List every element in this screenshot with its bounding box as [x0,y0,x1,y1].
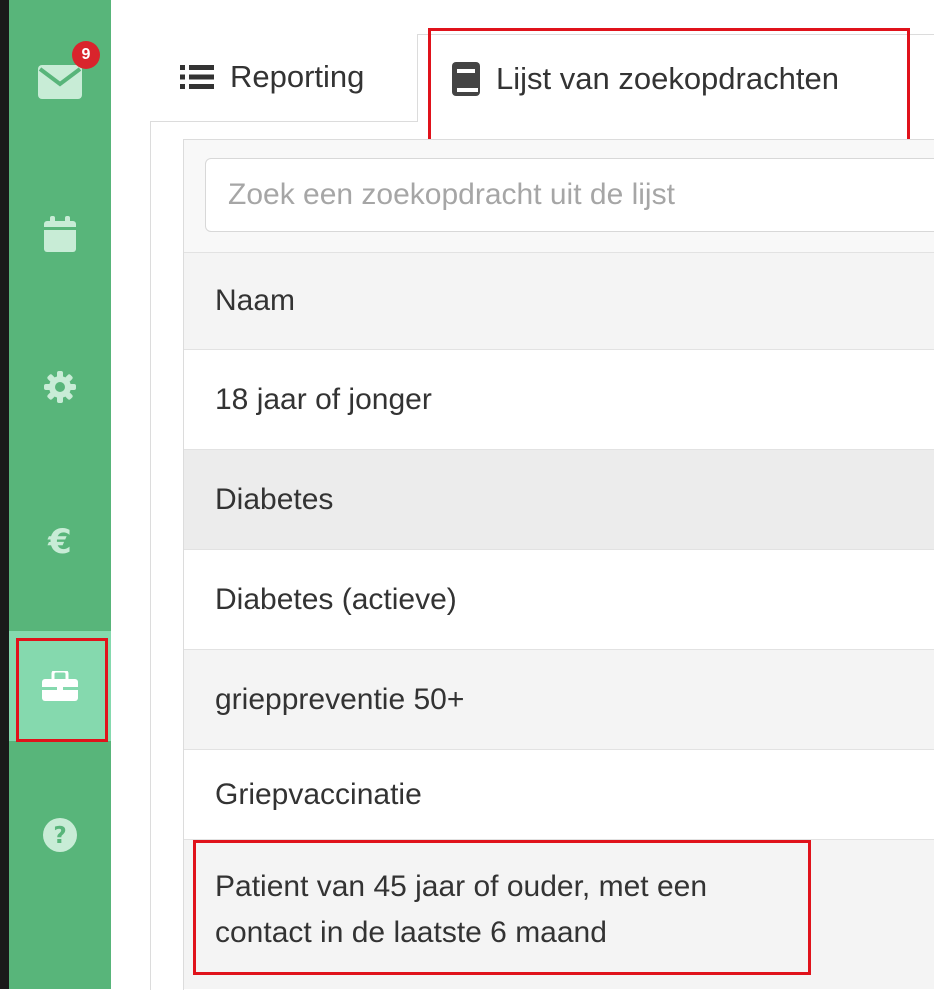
question-icon: ? [43,818,77,852]
unread-badge: 9 [72,41,100,69]
gear-icon [44,371,76,403]
sidebar-item-tools[interactable] [9,631,111,741]
table-row[interactable]: Diabetes [184,449,934,549]
row-label: grieppreventie 50+ [215,682,465,716]
row-label: Diabetes [215,482,334,516]
envelope-icon [38,65,82,99]
list-icon [180,65,214,89]
window-edge [0,0,9,989]
sidebar-item-help[interactable]: ? [9,780,111,890]
table-row[interactable]: 18 jaar of jonger [184,349,934,449]
sidebar: 9 € ? [9,0,111,989]
table-header: Naam [184,252,934,349]
tab-reporting[interactable]: Reporting [180,52,364,102]
euro-icon: € [48,522,72,562]
sidebar-item-settings[interactable] [9,332,111,442]
table-row[interactable]: grieppreventie 50+ [184,649,934,749]
tab-label: Reporting [230,59,365,94]
toolbox-icon [42,671,78,701]
book-icon [452,61,480,96]
svg-text:?: ? [53,823,66,849]
sidebar-item-messages[interactable]: 9 [9,27,111,137]
search-input[interactable] [205,158,934,232]
column-header-naam: Naam [215,284,296,317]
tab-label: Lijst van zoekopdrachten [496,60,839,96]
row-label: 18 jaar of jonger [215,382,432,416]
row-label: Patient van 45 jaar of ouder, met een co… [215,870,707,949]
table-row[interactable]: Patient van 45 jaar of ouder, met een co… [184,839,934,989]
calendar-icon [44,216,76,252]
tab-search-list[interactable]: Lijst van zoekopdrachten [417,34,934,122]
row-label: Diabetes (actieve) [215,582,457,616]
table-row[interactable]: Griepvaccinatie [184,749,934,839]
row-label: Griepvaccinatie [215,777,422,811]
table-row[interactable]: Diabetes (actieve) [184,549,934,649]
sidebar-item-finance[interactable]: € [9,487,111,597]
sidebar-item-calendar[interactable] [9,179,111,289]
